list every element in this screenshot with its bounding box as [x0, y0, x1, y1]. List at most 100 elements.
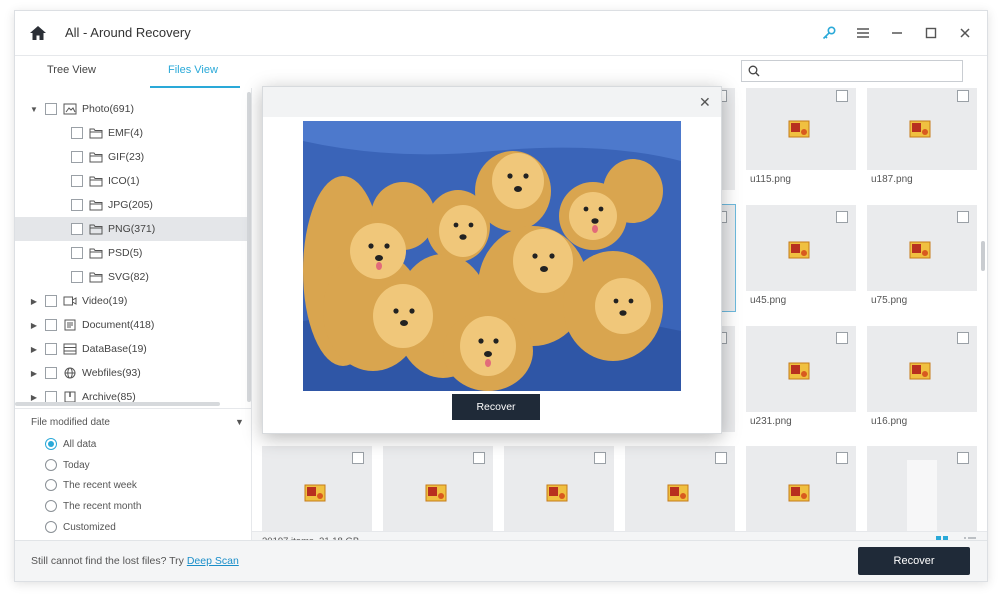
tab-tree-view[interactable]: Tree View [47, 64, 96, 76]
tree-item-emf[interactable]: EMF(4) [15, 121, 249, 145]
minimize-icon[interactable] [887, 23, 907, 43]
image-file-icon [909, 362, 931, 380]
search-box[interactable] [741, 60, 963, 82]
tree-item-label: ICO(1) [108, 175, 140, 187]
tree-checkbox[interactable] [71, 271, 83, 283]
deep-scan-link[interactable]: Deep Scan [187, 555, 239, 567]
maximize-icon[interactable] [921, 23, 941, 43]
tree-item-svg[interactable]: SVG(82) [15, 265, 249, 289]
file-checkbox[interactable] [594, 452, 606, 464]
tree-item-photo[interactable]: ▼ Photo(691) [15, 97, 249, 121]
tree-checkbox[interactable] [71, 223, 83, 235]
tree-checkbox[interactable] [45, 391, 57, 402]
tree-checkbox[interactable] [45, 103, 57, 115]
tree-item-label: Video(19) [82, 295, 128, 307]
radio-customized[interactable]: Customized [45, 519, 116, 535]
image-file-icon [788, 120, 810, 138]
tree-checkbox[interactable] [71, 151, 83, 163]
file-tile[interactable] [383, 446, 493, 531]
tree-item-document[interactable]: ▶ Document(418) [15, 313, 249, 337]
grid-scrollbar[interactable] [981, 241, 985, 271]
radio-button[interactable] [45, 500, 57, 512]
file-checkbox[interactable] [473, 452, 485, 464]
file-checkbox[interactable] [836, 452, 848, 464]
file-tile[interactable]: u75.png [867, 205, 977, 311]
globe-icon [64, 367, 76, 379]
tree-checkbox[interactable] [45, 343, 57, 355]
radio-all-data[interactable]: All data [45, 436, 96, 452]
photo-icon [63, 103, 77, 115]
radio-recent-month[interactable]: The recent month [45, 498, 141, 514]
file-tile[interactable]: u231.png [746, 326, 856, 432]
tree-checkbox[interactable] [45, 319, 57, 331]
file-checkbox[interactable] [715, 452, 727, 464]
tree-checkbox[interactable] [45, 295, 57, 307]
file-checkbox[interactable] [836, 211, 848, 223]
radio-button[interactable] [45, 459, 57, 471]
file-checkbox[interactable] [957, 332, 969, 344]
expanded-arrow-icon[interactable]: ▼ [29, 105, 39, 114]
folder-icon [89, 200, 103, 211]
tree-checkbox[interactable] [71, 175, 83, 187]
chevron-down-icon[interactable]: ▼ [235, 417, 244, 427]
radio-today[interactable]: Today [45, 457, 90, 473]
file-tile[interactable]: u45.png [746, 205, 856, 311]
image-file-icon [304, 484, 326, 502]
key-icon[interactable] [819, 23, 839, 43]
file-checkbox[interactable] [957, 452, 969, 464]
search-input[interactable] [766, 62, 960, 80]
tree-item-database[interactable]: ▶ DataBase(19) [15, 337, 249, 361]
tree-item-ico[interactable]: ICO(1) [15, 169, 249, 193]
tab-files-view[interactable]: Files View [168, 64, 218, 76]
file-name: u187.png [867, 170, 977, 190]
collapsed-arrow-icon[interactable]: ▶ [29, 393, 39, 402]
radio-button[interactable] [45, 438, 57, 450]
collapsed-arrow-icon[interactable]: ▶ [29, 321, 39, 330]
preview-recover-button[interactable]: Recover [452, 394, 540, 420]
tree-vertical-scrollbar[interactable] [247, 92, 251, 402]
menu-icon[interactable] [853, 23, 873, 43]
tree-horizontal-scrollbar[interactable] [15, 402, 220, 406]
file-checkbox[interactable] [957, 211, 969, 223]
radio-button[interactable] [45, 521, 57, 533]
file-tile[interactable] [262, 446, 372, 531]
radio-label: The recent month [63, 500, 142, 512]
file-tile[interactable]: u16.png [867, 326, 977, 432]
radio-button[interactable] [45, 479, 57, 491]
file-checkbox[interactable] [352, 452, 364, 464]
collapsed-arrow-icon[interactable]: ▶ [29, 297, 39, 306]
home-icon[interactable] [29, 24, 47, 42]
app-title: All - Around Recovery [65, 25, 191, 40]
tree-item-gif[interactable]: GIF(23) [15, 145, 249, 169]
tree-item-png[interactable]: PNG(371) [15, 217, 249, 241]
tree-item-jpg[interactable]: JPG(205) [15, 193, 249, 217]
file-tile[interactable] [625, 446, 735, 531]
file-tile[interactable]: u115.png [746, 88, 856, 190]
file-tile[interactable] [867, 446, 977, 531]
folder-icon [89, 176, 103, 187]
file-tile[interactable] [746, 446, 856, 531]
close-icon[interactable] [955, 23, 975, 43]
radio-recent-week[interactable]: The recent week [45, 477, 137, 493]
image-file-icon [909, 120, 931, 138]
tree-item-webfiles[interactable]: ▶ Webfiles(93) [15, 361, 249, 385]
collapsed-arrow-icon[interactable]: ▶ [29, 345, 39, 354]
file-checkbox[interactable] [836, 332, 848, 344]
collapsed-arrow-icon[interactable]: ▶ [29, 369, 39, 378]
close-icon[interactable]: ✕ [699, 95, 711, 109]
tree-checkbox[interactable] [71, 247, 83, 259]
tree-checkbox[interactable] [71, 199, 83, 211]
file-tile[interactable]: u187.png [867, 88, 977, 190]
tree-item-label: PNG(371) [108, 223, 156, 235]
file-checkbox[interactable] [957, 90, 969, 102]
tree-item-psd[interactable]: PSD(5) [15, 241, 249, 265]
tree-item-archive[interactable]: ▶ Archive(85) [15, 385, 249, 402]
tree-checkbox[interactable] [45, 367, 57, 379]
tree-item-video[interactable]: ▶ Video(19) [15, 289, 249, 313]
tree-checkbox[interactable] [71, 127, 83, 139]
sidebar: ▼ Photo(691) EMF(4) GIF(23) ICO(1) JPG(2… [15, 88, 252, 540]
file-tile[interactable] [504, 446, 614, 531]
file-checkbox[interactable] [836, 90, 848, 102]
recover-button[interactable]: Recover [858, 547, 970, 575]
document-icon [64, 319, 76, 331]
